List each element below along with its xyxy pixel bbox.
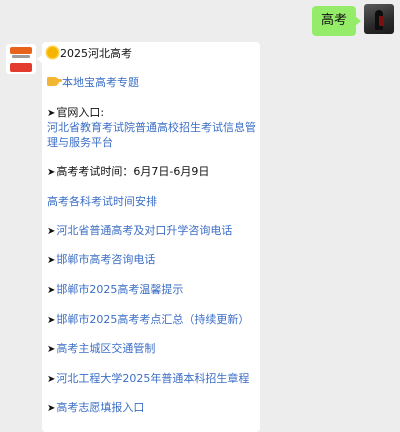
message-title: 2025河北高考: [47, 46, 132, 62]
arrow-icon: ➤: [47, 108, 56, 119]
logo-badge: [10, 63, 32, 72]
schedule-link[interactable]: 高考各科考试时间安排: [47, 194, 157, 210]
link-university-charter[interactable]: 河北工程大学2025年普通本科招生章程: [56, 372, 249, 385]
link-row-traffic[interactable]: ➤高考主城区交通管制: [47, 341, 155, 358]
sun-icon: [47, 47, 58, 58]
link-row-tips[interactable]: ➤邯郸市2025高考温馨提示: [47, 282, 183, 299]
outgoing-message-bubble[interactable]: 高考: [311, 6, 362, 36]
outgoing-message-text: 高考: [320, 13, 347, 28]
exam-time-text: 高考考试时间：6月7日-6月9日: [56, 165, 210, 178]
pointing-hand-icon: [47, 77, 62, 86]
arrow-icon: ➤: [47, 167, 56, 178]
bot-avatar[interactable]: [6, 44, 36, 74]
official-label: 官网入口:: [56, 106, 105, 119]
link-handan-consult-phone[interactable]: 邯郸市高考咨询电话: [56, 253, 155, 266]
incoming-message-bubble: 2025河北高考 本地宝高考专题 ➤官网入口: 河北省教育考试院普通高校招生考试…: [37, 42, 260, 432]
exam-time-row: ➤高考考试时间：6月7日-6月9日: [47, 164, 209, 181]
arrow-icon: ➤: [47, 285, 56, 296]
link-handan-tips[interactable]: 邯郸市2025高考温馨提示: [56, 283, 183, 296]
user-avatar[interactable]: [364, 4, 394, 34]
official-link-line1[interactable]: 河北省教育考试院普通高校招生考试信息管: [47, 120, 256, 136]
link-row-consult-phone[interactable]: ➤河北省普通高考及对口升学咨询电话: [47, 223, 232, 240]
feature-link-row[interactable]: 本地宝高考专题: [47, 75, 139, 91]
link-traffic-control[interactable]: 高考主城区交通管制: [56, 342, 155, 355]
avatar-figure-accent: [379, 16, 384, 26]
link-hebei-consult-phone[interactable]: 河北省普通高考及对口升学咨询电话: [56, 224, 232, 237]
link-handan-venues[interactable]: 邯郸市2025高考考点汇总（持续更新）: [56, 313, 249, 326]
official-link-line2[interactable]: 理与服务平台: [47, 135, 113, 151]
bendibao-logo-icon: [6, 44, 36, 62]
link-application-entry[interactable]: 高考志愿填报入口: [56, 401, 144, 414]
link-row-charter[interactable]: ➤河北工程大学2025年普通本科招生章程: [47, 371, 249, 388]
link-row-application[interactable]: ➤高考志愿填报入口: [47, 400, 144, 417]
arrow-icon: ➤: [47, 255, 56, 266]
outgoing-message-row: 高考: [311, 4, 394, 36]
arrow-icon: ➤: [47, 226, 56, 237]
feature-link[interactable]: 本地宝高考专题: [62, 76, 139, 89]
link-row-handan-phone[interactable]: ➤邯郸市高考咨询电话: [47, 252, 155, 269]
arrow-icon: ➤: [47, 403, 56, 414]
arrow-icon: ➤: [47, 344, 56, 355]
link-row-venues[interactable]: ➤邯郸市2025高考考点汇总（持续更新）: [47, 312, 249, 329]
arrow-icon: ➤: [47, 374, 56, 385]
arrow-icon: ➤: [47, 315, 56, 326]
